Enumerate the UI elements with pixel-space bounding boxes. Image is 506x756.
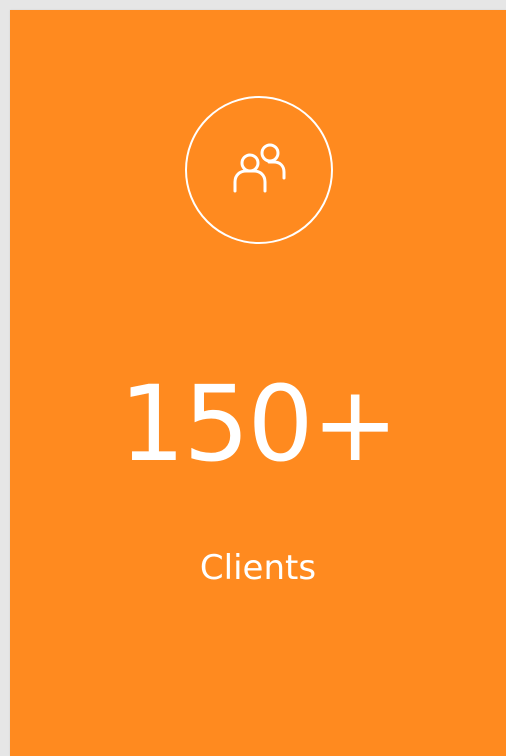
stat-value: 150+: [119, 363, 399, 485]
icon-circle: [185, 96, 333, 244]
users-icon: [220, 131, 298, 209]
stat-card-clients: 150+ Clients: [10, 10, 506, 756]
page: 150+ Clients: [0, 0, 506, 756]
stat-label: Clients: [199, 548, 317, 588]
